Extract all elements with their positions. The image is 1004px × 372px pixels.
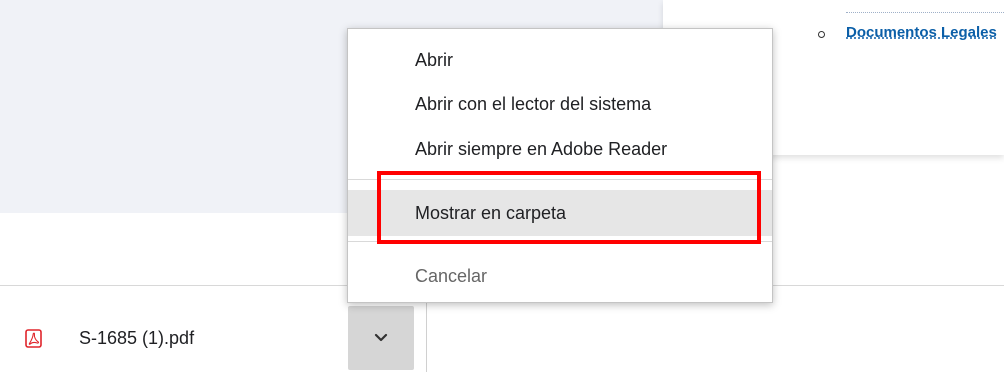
list-bullet	[818, 31, 825, 38]
download-context-menu: Abrir Abrir con el lector del sistema Ab…	[347, 28, 773, 303]
menu-separator	[348, 241, 772, 242]
menu-item-cancelar[interactable]: Cancelar	[348, 253, 772, 299]
menu-separator	[348, 179, 772, 180]
documentos-legales-link[interactable]: Documentos Legales	[846, 24, 997, 41]
pdf-icon	[25, 329, 42, 348]
link-divider	[846, 12, 1004, 13]
chevron-down-icon	[374, 333, 388, 342]
download-menu-button[interactable]	[348, 306, 414, 370]
menu-item-abrir-siempre-adobe[interactable]: Abrir siempre en Adobe Reader	[348, 126, 772, 172]
menu-item-mostrar-en-carpeta[interactable]: Mostrar en carpeta	[348, 190, 772, 236]
menu-item-abrir-con-lector[interactable]: Abrir con el lector del sistema	[348, 81, 772, 127]
menu-item-abrir[interactable]: Abrir	[348, 37, 772, 83]
download-file-name[interactable]: S-1685 (1).pdf	[79, 328, 194, 349]
